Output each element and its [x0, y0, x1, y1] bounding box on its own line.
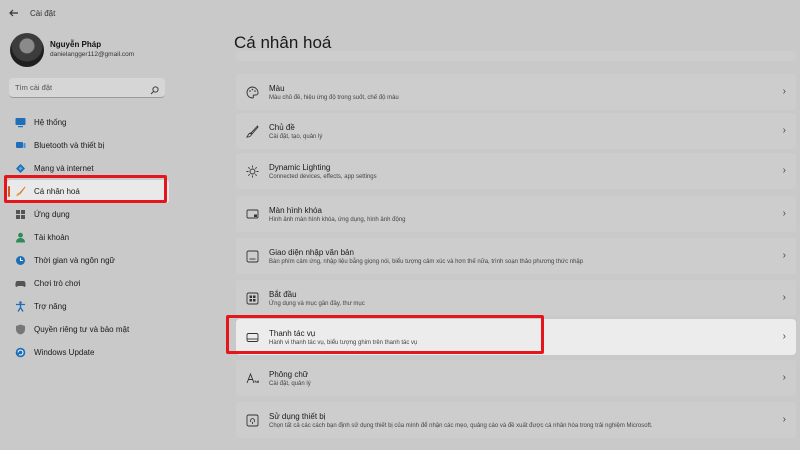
sidebar-item-label: Thời gian và ngôn ngữ: [34, 256, 115, 265]
settings-row-device-usage[interactable]: Sử dụng thiết bị Chọn tất cả các cách bạ…: [236, 402, 796, 438]
person-icon: [15, 232, 26, 243]
row-title: Bắt đầu: [269, 290, 297, 299]
settings-row-text-input[interactable]: Giao diện nhập văn bản Bàn phím cảm ứng,…: [236, 238, 796, 274]
main-panel: Cá nhân hoá Màu Màu chủ đề, hiệu ứng độ …: [232, 0, 800, 450]
sidebar-item-label: Ứng dụng: [34, 210, 70, 219]
sidebar-item-label: Mạng và internet: [34, 164, 94, 173]
chevron-right-icon: ›: [782, 292, 786, 303]
font-icon: [246, 372, 259, 385]
sun-icon: [246, 165, 259, 178]
row-subtitle: Bàn phím cảm ứng, nhập liệu bằng giọng n…: [269, 259, 584, 265]
row-subtitle: Cài đặt, tạo, quản lý: [269, 134, 323, 140]
chevron-right-icon: ›: [782, 208, 786, 219]
sidebar-item-system[interactable]: Hệ thống: [7, 111, 169, 134]
row-subtitle: Ứng dụng và mục gần đây, thư mục: [269, 301, 365, 307]
app-title: Cài đặt: [30, 9, 56, 18]
user-email: danielangger112@gmail.com: [50, 51, 135, 58]
sidebar-item-label: Tài khoản: [34, 233, 70, 242]
sidebar-item-apps[interactable]: Ứng dụng: [7, 203, 169, 226]
avatar[interactable]: [10, 33, 44, 67]
sidebar-item-privacy[interactable]: Quyền riêng tư và bảo mật: [7, 318, 169, 341]
row-subtitle: Hình ảnh màn hình khóa, ứng dụng, hình ả…: [269, 217, 406, 223]
sidebar-item-label: Bluetooth và thiết bị: [34, 141, 105, 150]
sidebar-nav: Hệ thống Bluetooth và thiết bị Mạng và i…: [7, 111, 169, 364]
chevron-right-icon: ›: [782, 125, 786, 136]
sidebar-item-label: Trợ năng: [34, 302, 67, 311]
sidebar-item-windows-update[interactable]: Windows Update: [7, 341, 169, 364]
row-subtitle: Màu chủ đề, hiệu ứng độ trong suốt, chế …: [269, 95, 399, 101]
accessibility-icon: [15, 301, 26, 312]
update-icon: [15, 347, 26, 358]
sidebar: Nguyễn Pháp danielangger112@gmail.com Tì…: [0, 28, 175, 450]
sidebar-item-label: Windows Update: [34, 348, 95, 357]
row-title: Màu: [269, 84, 285, 93]
chevron-right-icon: ›: [782, 331, 786, 342]
settings-row-themes[interactable]: Chủ đề Cài đặt, tạo, quản lý ›: [236, 113, 796, 149]
search-box[interactable]: Tìm cài đặt: [9, 78, 165, 98]
search-icon[interactable]: [150, 82, 159, 95]
sidebar-item-accessibility[interactable]: Trợ năng: [7, 295, 169, 318]
row-title: Màn hình khóa: [269, 206, 322, 215]
bluetooth-icon: [15, 140, 26, 151]
monitor-icon: [15, 117, 26, 128]
row-subtitle: Connected devices, effects, app settings: [269, 174, 377, 180]
row-title: Giao diện nhập văn bản: [269, 248, 354, 257]
apps-icon: [15, 209, 26, 220]
highlight-box-sidebar: [4, 175, 167, 203]
settings-row-lock-screen[interactable]: Màn hình khóa Hình ảnh màn hình khóa, ứn…: [236, 196, 796, 232]
globe-clock-icon: [15, 255, 26, 266]
device-usage-icon: [246, 414, 259, 427]
settings-row-fonts[interactable]: Phông chữ Cài đặt, quản lý ›: [236, 360, 796, 396]
chevron-right-icon: ›: [782, 250, 786, 261]
settings-row-dynamic-lighting[interactable]: Dynamic Lighting Connected devices, effe…: [236, 153, 796, 189]
chevron-right-icon: ›: [782, 165, 786, 176]
lockscreen-icon: [246, 208, 259, 221]
row-subtitle: Chọn tất cả các cách bạn định sử dụng th…: [269, 423, 653, 429]
back-arrow-icon[interactable]: [8, 7, 20, 19]
page-title: Cá nhân hoá: [234, 33, 332, 52]
settings-row-colors[interactable]: Màu Màu chủ đề, hiệu ứng độ trong suốt, …: [236, 74, 796, 110]
search-input[interactable]: Tìm cài đặt: [15, 83, 52, 92]
sidebar-item-label: Quyền riêng tư và bảo mật: [34, 325, 130, 334]
row-subtitle: Cài đặt, quản lý: [269, 381, 311, 387]
wifi-icon: [15, 163, 26, 174]
highlight-box-taskbar: [226, 315, 544, 354]
brush-icon: [246, 125, 259, 138]
start-icon: [246, 292, 259, 305]
sidebar-item-bluetooth[interactable]: Bluetooth và thiết bị: [7, 134, 169, 157]
sidebar-item-time-language[interactable]: Thời gian và ngôn ngữ: [7, 249, 169, 272]
sidebar-item-label: Chơi trò chơi: [34, 279, 81, 288]
sidebar-item-accounts[interactable]: Tài khoản: [7, 226, 169, 249]
row-title: Chủ đề: [269, 123, 295, 132]
chevron-right-icon: ›: [782, 86, 786, 97]
settings-row-start[interactable]: Bắt đầu Ứng dụng và mục gần đây, thư mục…: [236, 280, 796, 316]
chevron-right-icon: ›: [782, 372, 786, 383]
chevron-right-icon: ›: [782, 414, 786, 425]
palette-icon: [246, 86, 259, 99]
user-name: Nguyễn Pháp: [50, 40, 102, 49]
row-title: Sử dụng thiết bị: [269, 412, 326, 421]
row-title: Phông chữ: [269, 370, 309, 379]
shield-icon: [15, 324, 26, 335]
sidebar-item-gaming[interactable]: Chơi trò chơi: [7, 272, 169, 295]
list-item-partial: [236, 51, 796, 61]
sidebar-item-label: Hệ thống: [34, 118, 67, 127]
row-title: Dynamic Lighting: [269, 163, 331, 172]
keyboard-icon: [246, 250, 259, 263]
gamepad-icon: [15, 278, 26, 289]
